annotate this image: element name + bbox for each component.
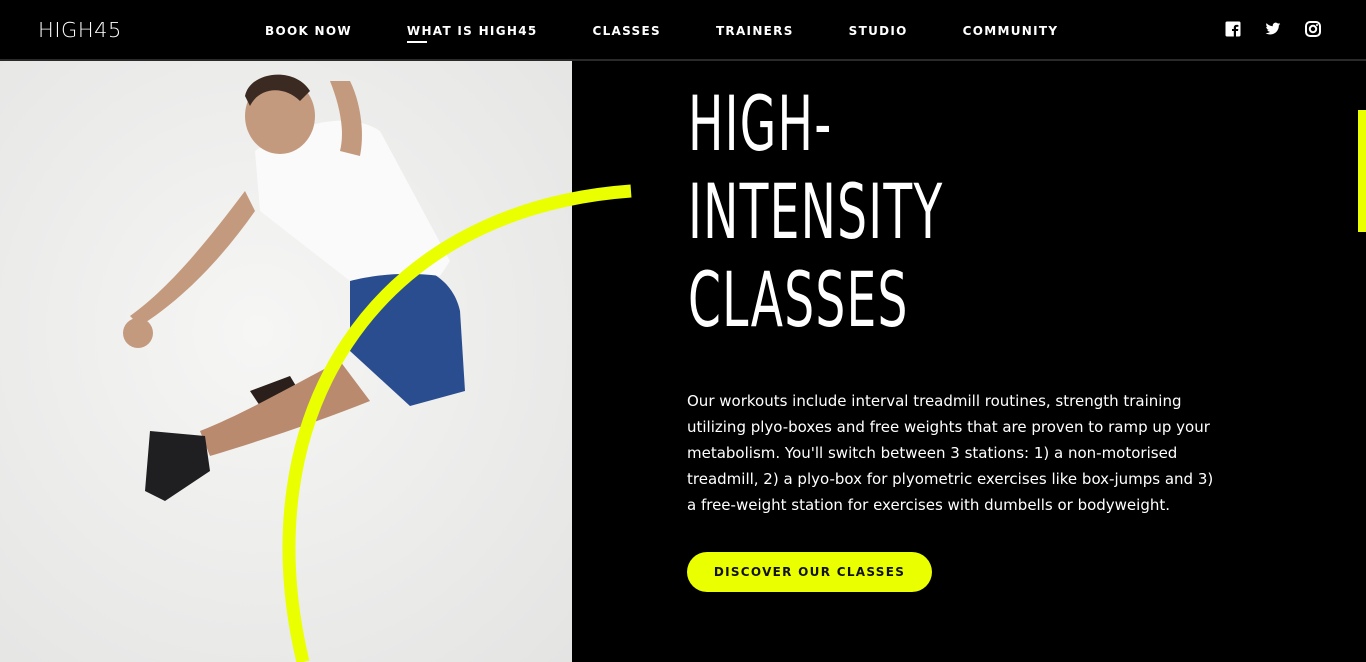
athlete-illustration bbox=[123, 74, 465, 501]
logo[interactable]: HIGH45 bbox=[38, 18, 122, 42]
nav-link-what-is-high45[interactable]: WHAT IS HIGH45 bbox=[406, 23, 538, 43]
headline-line: INTENSITY bbox=[688, 167, 944, 256]
logo-text: HIGH45 bbox=[38, 18, 122, 42]
nav-link-studio[interactable]: STUDIO bbox=[849, 23, 908, 39]
social-links bbox=[1201, 21, 1321, 37]
twitter-icon[interactable] bbox=[1265, 21, 1281, 37]
discover-classes-button[interactable]: DISCOVER OUR CLASSES bbox=[687, 552, 932, 592]
facebook-icon[interactable] bbox=[1225, 21, 1241, 37]
hero-description: Our workouts include interval treadmill … bbox=[687, 392, 1214, 514]
hero-headline: HIGH- INTENSITY CLASSES bbox=[688, 80, 1100, 344]
nav-link-classes[interactable]: CLASSES bbox=[593, 23, 661, 39]
accent-scroll-bar bbox=[1358, 110, 1366, 232]
nav-link-book-now[interactable]: BOOK NOW bbox=[265, 23, 352, 39]
nav-link-trainers[interactable]: TRAINERS bbox=[716, 23, 794, 39]
top-navigation: HIGH45 BOOK NOW WHAT IS HIGH45 CLASSES T… bbox=[0, 0, 1366, 61]
headline-line: CLASSES bbox=[688, 255, 909, 344]
main-menu: BOOK NOW WHAT IS HIGH45 CLASSES TRAINERS… bbox=[265, 23, 1113, 43]
athlete-jumping-photo bbox=[0, 61, 572, 662]
nav-link-community[interactable]: COMMUNITY bbox=[963, 23, 1059, 39]
headline-line: HIGH- bbox=[688, 79, 833, 168]
instagram-icon[interactable] bbox=[1305, 21, 1321, 37]
